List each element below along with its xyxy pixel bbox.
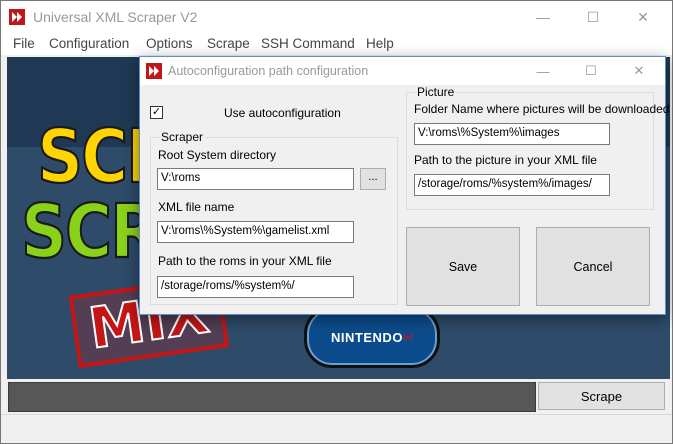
scraper-legend: Scraper: [159, 130, 206, 144]
browse-button[interactable]: ...: [360, 168, 386, 190]
dialog-app-icon: [146, 63, 162, 79]
app-logo-icon: [9, 9, 25, 25]
progress-bar: [8, 382, 536, 412]
scrape-button[interactable]: Scrape: [538, 382, 665, 410]
maximize-button[interactable]: ☐: [570, 1, 616, 33]
roms-path-label: Path to the roms in your XML file: [158, 254, 332, 268]
close-button[interactable]: ✕: [620, 1, 666, 33]
dialog-maximize-button[interactable]: ☐: [569, 57, 613, 85]
menu-bar: File Configuration Options Scrape SSH Co…: [1, 33, 672, 55]
title-bar: Universal XML Scraper V2 — ☐ ✕: [1, 1, 672, 33]
dialog-title-bar: Autoconfiguration path configuration — ☐…: [140, 57, 665, 85]
dialog-title: Autoconfiguration path configuration: [168, 64, 369, 78]
dialog-close-button[interactable]: ✕: [617, 57, 661, 85]
status-bar: [1, 414, 672, 443]
picture-path-label: Path to the picture in your XML file: [414, 153, 597, 167]
picture-path-input[interactable]: /storage/roms/%system%/images/: [414, 174, 610, 196]
picture-folder-label: Folder Name where pictures will be downl…: [414, 102, 670, 116]
roms-path-input[interactable]: /storage/roms/%system%/: [157, 276, 354, 298]
picture-folder-input[interactable]: V:\roms\%System%\images: [414, 123, 610, 145]
menu-file[interactable]: File: [13, 36, 35, 51]
use-autoconfig-label: Use autoconfiguration: [224, 106, 341, 120]
cancel-button[interactable]: Cancel: [536, 227, 650, 306]
use-autoconfig-checkbox[interactable]: ✓: [150, 106, 163, 119]
root-directory-label: Root System directory: [158, 148, 277, 162]
picture-legend: Picture: [415, 85, 457, 99]
autoconfig-dialog: Autoconfiguration path configuration — ☐…: [139, 56, 670, 315]
root-directory-input[interactable]: V:\roms: [157, 168, 354, 190]
nintendo-sup: 64: [402, 332, 413, 342]
menu-ssh-command[interactable]: SSH Command: [261, 36, 355, 51]
save-button[interactable]: Save: [406, 227, 520, 306]
dialog-minimize-button[interactable]: —: [521, 57, 565, 85]
nintendo-text: NINTENDO: [331, 329, 403, 345]
menu-configuration[interactable]: Configuration: [49, 36, 129, 51]
nintendo64-logo: NINTENDO 64: [304, 306, 440, 368]
menu-help[interactable]: Help: [366, 36, 394, 51]
menu-scrape[interactable]: Scrape: [207, 36, 250, 51]
minimize-button[interactable]: —: [520, 1, 566, 33]
scraper-logo-line2: SCR: [20, 189, 160, 276]
xml-file-input[interactable]: V:\roms\%System%\gamelist.xml: [157, 221, 354, 243]
menu-options[interactable]: Options: [146, 36, 193, 51]
window-title: Universal XML Scraper V2: [33, 9, 198, 25]
xml-file-label: XML file name: [158, 200, 235, 214]
